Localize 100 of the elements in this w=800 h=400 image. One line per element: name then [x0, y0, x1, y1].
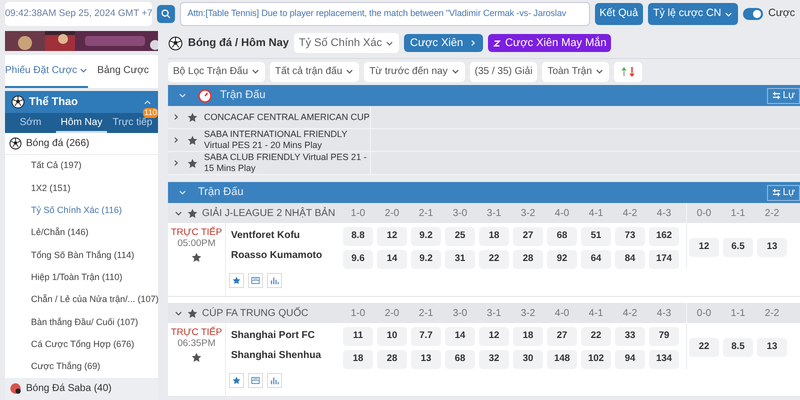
market-item[interactable]: Lẻ/Chẵn (146) [5, 222, 158, 244]
odds-button[interactable]: 27 [513, 227, 543, 246]
odds-button[interactable]: 134 [649, 350, 679, 369]
odds-button[interactable]: 14 [445, 327, 475, 346]
odds-button[interactable]: 73 [615, 227, 645, 246]
filter-button[interactable]: Lự [766, 184, 800, 200]
sports-title: Thể Thao [29, 94, 79, 110]
header-button[interactable]: Kết Quả [594, 3, 644, 25]
odds-button[interactable]: 68 [547, 227, 577, 246]
market-item[interactable]: Chẵn / Lẻ của Nửa trận/... (107) [5, 288, 158, 312]
odds-button[interactable]: 22 [689, 338, 719, 357]
odds-button[interactable]: 13 [757, 338, 787, 357]
column-header: 3-1 [486, 306, 502, 320]
market-item[interactable]: 1X2 (151) [5, 177, 158, 200]
team-name: Shanghai Shenhua [231, 349, 322, 363]
odds-button[interactable]: 18 [479, 227, 509, 246]
sliders-icon [772, 188, 781, 197]
odds-button[interactable]: 12 [689, 238, 719, 257]
odds-button[interactable]: 27 [547, 327, 577, 346]
market-item[interactable]: Tỷ Số Chính Xác (116) [5, 200, 158, 222]
star-icon[interactable] [187, 134, 198, 146]
odds-button[interactable]: 94 [615, 350, 645, 369]
odds-button[interactable]: 8.8 [343, 227, 373, 246]
filter-dropdown[interactable]: Bộ Lọc Trận Đấu [168, 62, 266, 82]
odds-button[interactable]: 22 [581, 327, 611, 346]
odds-button[interactable]: 10 [377, 327, 407, 346]
lucky-parlay-button[interactable]: Cược Xiên May Mắn [488, 34, 612, 52]
toggle-switch[interactable] [743, 8, 764, 20]
market-item[interactable]: Cược Thắng (69) [5, 356, 158, 378]
odds-button[interactable]: 14 [377, 250, 407, 269]
odds-button[interactable]: 32 [479, 350, 509, 369]
odds-button[interactable]: 6.5 [723, 238, 753, 257]
period-tab[interactable]: Sớm [5, 113, 56, 134]
odds-button[interactable]: 8.5 [723, 338, 753, 357]
market-item[interactable]: Bàn thắng Đầu/ Cuối (107) [5, 311, 158, 334]
odds-button[interactable]: 68 [445, 350, 475, 369]
market-dropdown[interactable]: Tỷ Số Chính Xác [294, 33, 399, 53]
favorite-button[interactable] [229, 373, 244, 388]
scoreboard-icon[interactable] [248, 273, 263, 288]
sidebar-tab[interactable]: Bảng Cược [88, 54, 158, 88]
odds-button[interactable]: 28 [513, 250, 543, 269]
odds-button[interactable]: 30 [513, 350, 543, 369]
market-item[interactable]: Tổng Số Bàn Thắng (114) [5, 244, 158, 267]
odds-button[interactable]: 9.2 [411, 250, 441, 269]
odds-button[interactable]: 18 [513, 327, 543, 346]
odds-button[interactable]: 13 [757, 238, 787, 257]
league-row[interactable]: SABA CLUB FRIENDLY Virtual PES 21 - 15 Mins Play [168, 152, 800, 175]
filter-dropdown[interactable]: (35 / 35) Giải [470, 62, 538, 82]
period-tab[interactable]: Hôm Nay [56, 113, 107, 134]
column-header: 0-0 [696, 306, 712, 320]
sidebar-tab[interactable]: Phiếu Đặt Cược [5, 54, 88, 88]
odds-button[interactable]: 148 [547, 350, 577, 369]
sport-item[interactable]: Bóng Đá Saba (40) [5, 378, 158, 400]
collapse-icon[interactable] [143, 98, 152, 107]
odds-button[interactable]: 13 [411, 350, 441, 369]
filter-dropdown[interactable]: Toàn Trận [542, 62, 609, 82]
odds-button[interactable]: 102 [581, 350, 611, 369]
odds-button[interactable]: 33 [615, 327, 645, 346]
stats-icon[interactable] [267, 273, 282, 288]
league-row[interactable]: SABA INTERNATIONAL FRIENDLY Virtual PES 21 - 20 Mins Play [168, 129, 800, 152]
filter-button[interactable]: Lự [766, 88, 800, 104]
parlay-button[interactable]: Cược Xiên [404, 34, 484, 52]
search-button[interactable] [157, 5, 176, 23]
sport-item[interactable]: Bóng đá (266) [5, 133, 158, 156]
odds-button[interactable]: 64 [581, 250, 611, 269]
odds-button[interactable]: 9.6 [343, 250, 373, 269]
stats-icon[interactable] [267, 373, 282, 388]
favorite-button[interactable] [229, 273, 244, 288]
odds-button[interactable]: 174 [649, 250, 679, 269]
odds-button[interactable]: 31 [445, 250, 475, 269]
market-item[interactable]: Tất Cả (197) [5, 155, 158, 178]
odds-button[interactable]: 18 [343, 350, 373, 369]
column-header: 4-0 [554, 306, 570, 320]
odds-button[interactable]: 7.7 [411, 327, 441, 346]
odds-button[interactable]: 11 [343, 327, 373, 346]
odds-button[interactable]: 25 [445, 227, 475, 246]
odds-button[interactable]: 79 [649, 327, 679, 346]
odds-button[interactable]: 84 [615, 250, 645, 269]
header-button[interactable]: Tỷ lệ cược CN [648, 3, 738, 25]
odds-button[interactable]: 162 [649, 227, 679, 246]
filter-dropdown[interactable]: Từ trước đến nay [364, 62, 465, 82]
star-icon[interactable] [191, 252, 202, 263]
star-icon[interactable] [187, 158, 198, 168]
market-item[interactable]: Hiệp 1/Toàn Trận (110) [5, 266, 158, 289]
star-icon[interactable] [187, 208, 198, 218]
league-row[interactable]: CONCACAF CENTRAL AMERICAN CUP [168, 106, 800, 129]
odds-button[interactable]: 12 [479, 327, 509, 346]
star-icon[interactable] [187, 308, 198, 318]
scoreboard-icon[interactable] [248, 373, 263, 388]
odds-button[interactable]: 51 [581, 227, 611, 246]
odds-button[interactable]: 22 [479, 250, 509, 269]
market-item[interactable]: Cá Cược Tổng Hợp (676) [5, 333, 158, 356]
filter-dropdown[interactable]: Tất cả trận đấu [270, 62, 360, 82]
sort-odds-button[interactable] [614, 62, 642, 82]
odds-button[interactable]: 28 [377, 350, 407, 369]
odds-button[interactable]: 92 [547, 250, 577, 269]
star-icon[interactable] [191, 352, 202, 363]
odds-button[interactable]: 12 [377, 227, 407, 246]
odds-button[interactable]: 9.2 [411, 227, 441, 246]
star-icon[interactable] [187, 112, 198, 122]
